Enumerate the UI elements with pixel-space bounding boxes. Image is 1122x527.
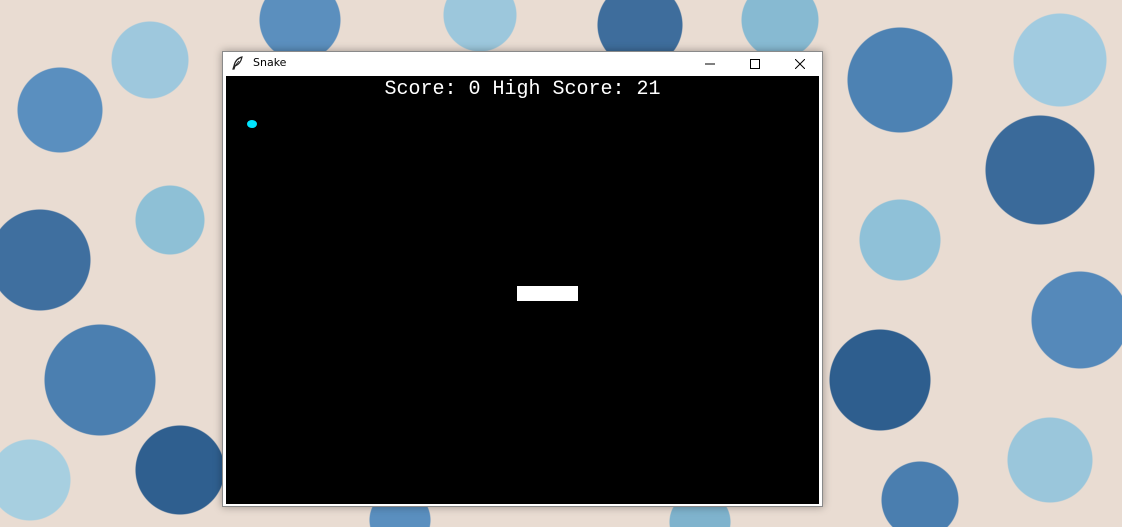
window-title: Snake [253, 56, 287, 69]
maximize-icon [749, 54, 760, 73]
minimize-icon [704, 54, 715, 73]
game-canvas[interactable]: Score: 0 High Score: 21 [226, 76, 819, 504]
snake-window[interactable]: Snake Score: 0 High Score: 21 [222, 51, 823, 507]
high-score-value: 21 [636, 78, 661, 101]
score-value: 0 [468, 78, 481, 101]
close-icon [794, 54, 805, 73]
high-score-label: High Score: [492, 78, 625, 101]
score-label: Score: [384, 78, 457, 101]
maximize-button[interactable] [732, 52, 777, 74]
food-pellet [247, 120, 257, 128]
snake-body [517, 286, 578, 301]
title-bar[interactable]: Snake [223, 52, 822, 74]
close-button[interactable] [777, 52, 822, 74]
feather-icon [231, 55, 245, 70]
minimize-button[interactable] [687, 52, 732, 74]
score-display: Score: 0 High Score: 21 [226, 78, 819, 102]
